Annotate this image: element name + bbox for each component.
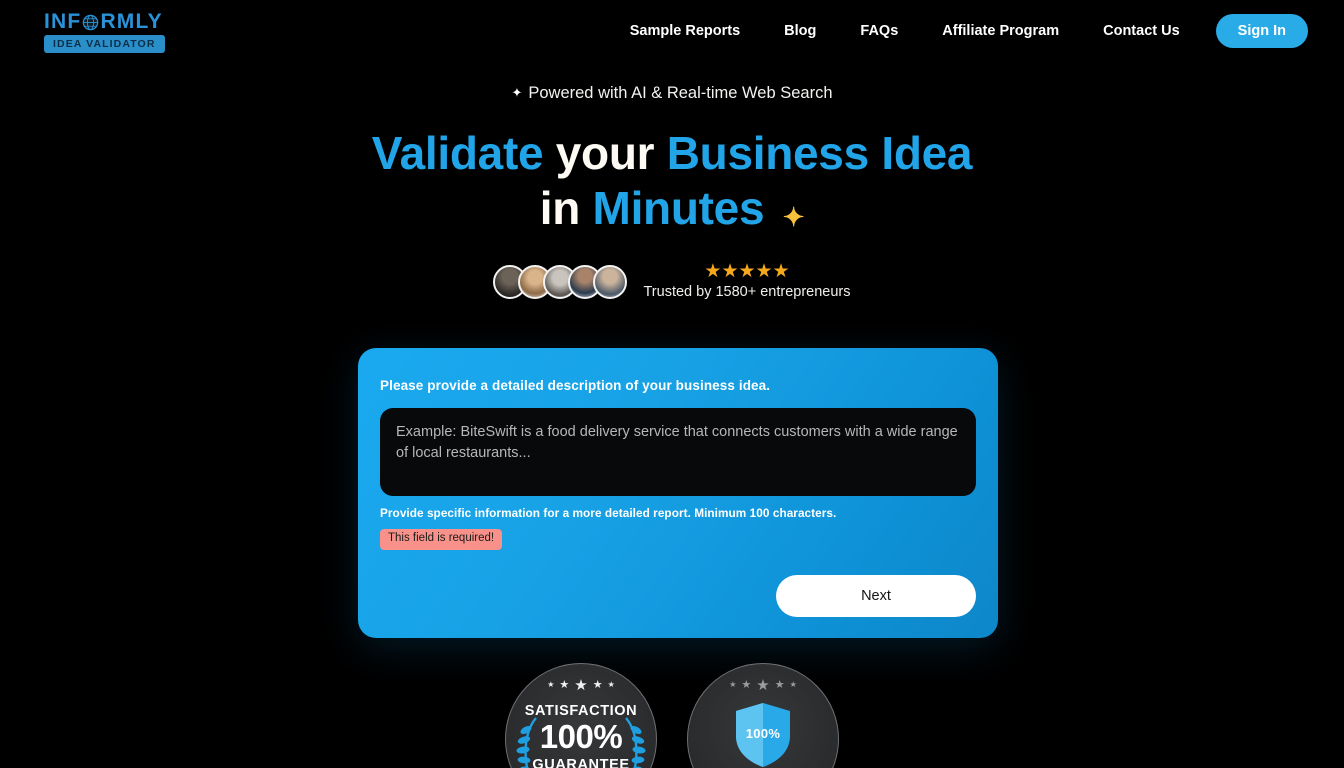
page-root: INF RMLY IDEA VALIDATOR Sample Reports B…: [0, 0, 1344, 768]
headline-word-validate: Validate: [371, 126, 544, 179]
business-idea-textarea[interactable]: [380, 408, 976, 496]
trust-badges: ★ ★ ★ ★ ★ SATISFACTION 100% GUARANTEE ★ …: [0, 663, 1344, 768]
rating-block: ★★★★★ Trusted by 1580+ entrepreneurs: [643, 262, 850, 301]
social-proof: ★★★★★ Trusted by 1580+ entrepreneurs: [0, 262, 1344, 301]
nav-item-affiliate-program[interactable]: Affiliate Program: [920, 15, 1081, 47]
next-button[interactable]: Next: [776, 574, 976, 617]
headline-word-minutes: Minutes: [592, 181, 765, 234]
headline-word-your: your: [555, 126, 655, 179]
idea-form-card: Please provide a detailed description of…: [358, 348, 998, 638]
logo[interactable]: INF RMLY IDEA VALIDATOR: [44, 9, 165, 54]
hero-eyebrow: ✦ Powered with AI & Real-time Web Search: [0, 84, 1344, 104]
form-label: Please provide a detailed description of…: [380, 378, 771, 393]
form-actions: Next: [380, 574, 976, 617]
sparkle-icon: ✦: [511, 85, 523, 101]
avatar-group: [493, 264, 628, 299]
shield-icon: 100%: [734, 702, 792, 768]
nav-item-contact-us[interactable]: Contact Us: [1081, 15, 1202, 47]
nav-item-sample-reports[interactable]: Sample Reports: [608, 15, 762, 47]
nav-item-faqs[interactable]: FAQs: [838, 15, 920, 47]
badge-star-arc: ★ ★ ★ ★ ★: [547, 676, 615, 694]
logo-word-part2: RMLY: [100, 9, 163, 33]
hero-eyebrow-text: Powered with AI & Real-time Web Search: [528, 84, 833, 102]
main-nav: Sample Reports Blog FAQs Affiliate Progr…: [608, 14, 1308, 48]
hero-headline: Validate your Business Idea in Minutes ✦: [0, 126, 1344, 236]
logo-word-part1: INF: [44, 9, 82, 33]
globe-icon: [82, 14, 99, 31]
satisfaction-guarantee-badge: ★ ★ ★ ★ ★ SATISFACTION 100% GUARANTEE: [505, 663, 657, 768]
badge-value: 100%: [539, 718, 623, 755]
laurel-right-icon: [625, 717, 646, 768]
sign-in-button[interactable]: Sign In: [1215, 14, 1308, 48]
avatar: [593, 264, 628, 299]
badge-subtitle: GUARANTEE: [532, 756, 630, 768]
headline-line-2: in Minutes ✦: [0, 181, 1344, 236]
headline-line-1: Validate your Business Idea: [0, 126, 1344, 181]
logo-wordmark: INF RMLY: [44, 11, 163, 32]
badge-star-arc: ★ ★ ★ ★ ★: [729, 676, 797, 694]
laurel-left-icon: [516, 717, 537, 768]
logo-badge: IDEA VALIDATOR: [44, 34, 165, 54]
nav-item-blog[interactable]: Blog: [762, 15, 838, 47]
hero-section: ✦ Powered with AI & Real-time Web Search…: [0, 84, 1344, 236]
sparkles-icon: ✦: [782, 201, 805, 232]
confidentiality-guarantee-badge: ★ ★ ★ ★ ★ 100% CONFIDENTIALITY GUARANTEE: [687, 663, 839, 768]
validation-error-badge: This field is required!: [380, 529, 503, 550]
site-header: INF RMLY IDEA VALIDATOR Sample Reports B…: [0, 0, 1344, 62]
shield-percent-label: 100%: [745, 726, 781, 741]
headline-word-in: in: [539, 181, 581, 234]
star-rating: ★★★★★: [704, 261, 790, 282]
form-helper-text: Provide specific information for a more …: [380, 506, 837, 520]
trusted-by-text: Trusted by 1580+ entrepreneurs: [643, 284, 851, 300]
headline-word-business-idea: Business Idea: [666, 126, 973, 179]
